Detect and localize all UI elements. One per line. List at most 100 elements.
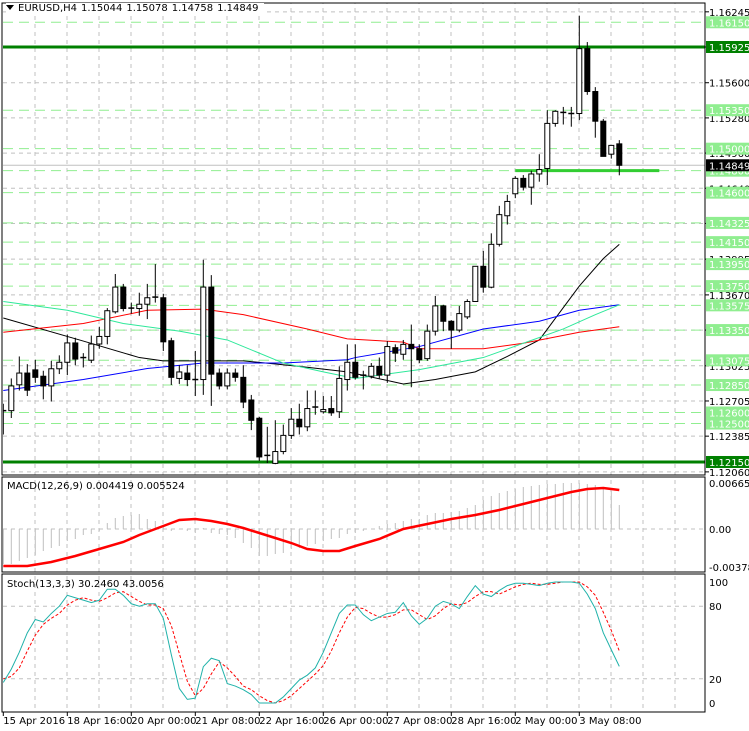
candle [112, 274, 119, 314]
candle [88, 335, 95, 364]
bullish-candle-body [488, 243, 495, 288]
price-tick-label: 1.12385 [709, 432, 749, 443]
bearish-candle-body [376, 365, 383, 376]
time-axis-label: 27 Apr 08:00 [387, 716, 452, 727]
bearish-candle-body [72, 342, 79, 360]
candle [528, 170, 535, 205]
candle [248, 394, 255, 431]
bearish-candle-body [416, 348, 423, 361]
candle [200, 259, 207, 395]
candle [232, 368, 239, 382]
bearish-candle-body [248, 399, 255, 421]
candle [608, 144, 615, 159]
candle [336, 366, 343, 419]
candle [48, 360, 55, 402]
bullish-candle-body [576, 48, 583, 115]
candle [360, 370, 367, 390]
candle [328, 396, 335, 416]
price-tick-label: 1.12705 [709, 397, 749, 408]
panel-border [1, 2, 706, 476]
close-price: 1.14849 [217, 3, 259, 14]
bullish-candle-body [64, 342, 71, 363]
candle [456, 305, 463, 333]
bearish-candle-body [160, 297, 167, 343]
candle [144, 283, 151, 320]
triangle-down-icon[interactable] [6, 5, 14, 10]
moving-average-line [3, 243, 620, 385]
candle [320, 396, 327, 414]
candle [496, 205, 503, 247]
candle [208, 275, 215, 406]
bearish-candle-body [592, 91, 599, 122]
bullish-candle-body [144, 297, 151, 305]
candle [544, 110, 551, 185]
low-price: 1.14758 [171, 3, 214, 14]
level-price-label: 1.15000 [709, 145, 749, 156]
level-price-label: 1.12850 [709, 381, 749, 392]
bearish-candle-body [520, 177, 527, 188]
time-axis-label: 2 May 00:00 [515, 716, 577, 727]
candle [152, 264, 159, 303]
candle [272, 420, 279, 465]
bullish-candle-body [272, 451, 279, 464]
bearish-candle-body [208, 286, 215, 375]
time-axis-label: 20 Apr 00:00 [131, 716, 196, 727]
bullish-candle-body [472, 265, 479, 302]
bullish-candle-body [536, 169, 543, 175]
candle [104, 308, 111, 345]
key-level-price-label: 1.15925 [709, 43, 749, 54]
bearish-candle-body [296, 418, 303, 428]
candle [592, 87, 599, 138]
bullish-candle-body [464, 300, 471, 318]
bullish-candle-body [16, 372, 23, 386]
bearish-candle-body [40, 375, 47, 387]
bullish-candle-body [56, 361, 63, 370]
stochastic-axis-label: 0 [709, 699, 715, 710]
time-axis-label: 21 Apr 08:00 [195, 716, 260, 727]
bullish-candle-body [400, 343, 407, 355]
level-price-label: 1.13750 [709, 282, 749, 293]
macd-min-label: -0.003788 [709, 563, 749, 574]
bearish-candle-body [216, 372, 223, 387]
macd-indicator-label: MACD(12,26,9) 0.004419 0.005524 [7, 481, 185, 492]
candle [600, 119, 607, 157]
stochastic-signal-line [3, 581, 620, 704]
candle [552, 110, 559, 127]
bearish-candle-body [328, 408, 335, 414]
bullish-candle-body [528, 173, 535, 188]
candle [504, 194, 511, 225]
bullish-candle-body [288, 418, 295, 436]
macd-zero-label: 0.00 [709, 525, 731, 536]
chart-header: EURUSD,H4 1.15044 1.15078 1.14758 1.14849 [6, 3, 265, 14]
bearish-candle-body [232, 372, 239, 378]
bearish-candle-body [168, 340, 175, 378]
bearish-candle-body [616, 143, 623, 166]
candle [192, 350, 199, 397]
bearish-candle-body [600, 120, 607, 157]
bearish-candle-body [32, 369, 39, 378]
bearish-candle-body [24, 372, 31, 391]
bullish-candle-body [424, 330, 431, 360]
candle [392, 344, 399, 362]
candle [168, 337, 175, 386]
bullish-candle-body [552, 110, 559, 124]
macd-max-label: 0.006657 [709, 479, 749, 490]
bullish-candle-body [320, 409, 327, 413]
bullish-candle-body [88, 343, 95, 361]
trading-chart[interactable]: 1.162451.159251.156001.152801.149601.146… [0, 0, 749, 731]
symbol-label: EURUSD,H4 [18, 3, 78, 14]
candle [464, 299, 471, 320]
time-axis-label: 15 Apr 2016 [3, 716, 65, 727]
candle [472, 265, 479, 302]
level-price-label: 1.13350 [709, 326, 749, 337]
open-price: 1.15044 [81, 3, 123, 14]
level-price-label: 1.14150 [709, 238, 749, 249]
candle [72, 337, 79, 366]
level-price-label: 1.13575 [709, 301, 749, 312]
time-axis-label: 18 Apr 16:00 [67, 716, 132, 727]
candle [3, 403, 7, 435]
stochastic-main-line [3, 581, 620, 704]
moving-average-line [3, 300, 620, 379]
candle [312, 390, 319, 415]
candle [256, 416, 263, 461]
